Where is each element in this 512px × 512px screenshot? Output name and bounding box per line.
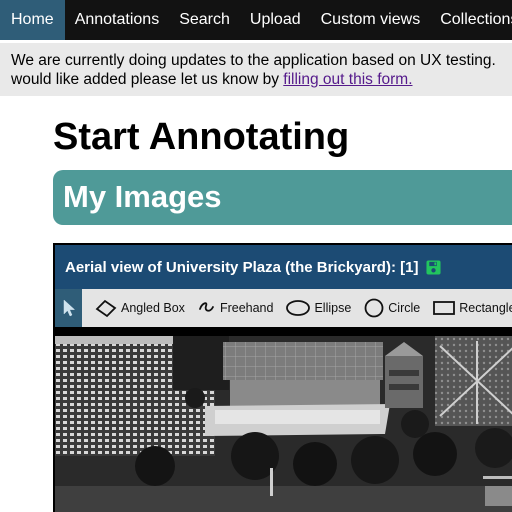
nav-search[interactable]: Search — [169, 0, 240, 40]
circle-tool[interactable]: Circle — [363, 298, 420, 318]
nav-collections[interactable]: Collections — [430, 0, 512, 40]
rectangle-label: Rectangle — [459, 301, 512, 315]
angled-box-label: Angled Box — [121, 301, 185, 315]
ellipse-tool[interactable]: Ellipse — [285, 298, 351, 318]
image-title: Aerial view of University Plaza (the Bri… — [65, 258, 419, 276]
nav-upload[interactable]: Upload — [240, 0, 311, 40]
section-title: My Images — [63, 179, 222, 214]
select-tool-button[interactable] — [55, 289, 82, 327]
viewer-header: Aerial view of University Plaza (the Bri… — [55, 245, 512, 289]
freehand-label: Freehand — [219, 301, 274, 315]
angled-box-icon — [95, 299, 117, 318]
notice-line-2-text: would like added please let us know by — [11, 71, 284, 88]
top-nav: Home Annotations Search Upload Custom vi… — [0, 0, 512, 40]
rectangle-icon — [433, 301, 456, 315]
ellipse-icon — [286, 300, 311, 316]
page-title: Start Annotating — [53, 116, 350, 158]
angled-box-tool[interactable]: Angled Box — [94, 298, 185, 318]
circle-label: Circle — [388, 301, 421, 315]
nav-home[interactable]: Home — [0, 0, 65, 40]
notice-line-2: would like added please let us know by f… — [11, 70, 512, 89]
my-images-section-header: My Images — [53, 170, 512, 225]
freehand-icon — [199, 302, 214, 312]
circle-icon — [364, 298, 384, 318]
aerial-photo[interactable] — [55, 336, 512, 512]
ellipse-label: Ellipse — [314, 301, 352, 315]
freehand-tool[interactable]: Freehand — [197, 298, 274, 318]
annotation-toolbar: Angled Box Freehand Ellipse Circle Recta… — [55, 289, 512, 327]
feedback-form-link[interactable]: filling out this form. — [283, 71, 412, 88]
nav-custom-views[interactable]: Custom views — [311, 0, 431, 40]
ux-notice-banner: We are currently doing updates to the ap… — [0, 43, 512, 96]
rectangle-tool[interactable]: Rectangle — [432, 298, 512, 318]
image-annotation-viewer: Aerial view of University Plaza (the Bri… — [53, 243, 512, 512]
cursor-icon — [63, 299, 75, 317]
notice-line-1: We are currently doing updates to the ap… — [11, 52, 496, 69]
nav-annotations[interactable]: Annotations — [65, 0, 170, 40]
save-icon[interactable] — [426, 259, 441, 275]
